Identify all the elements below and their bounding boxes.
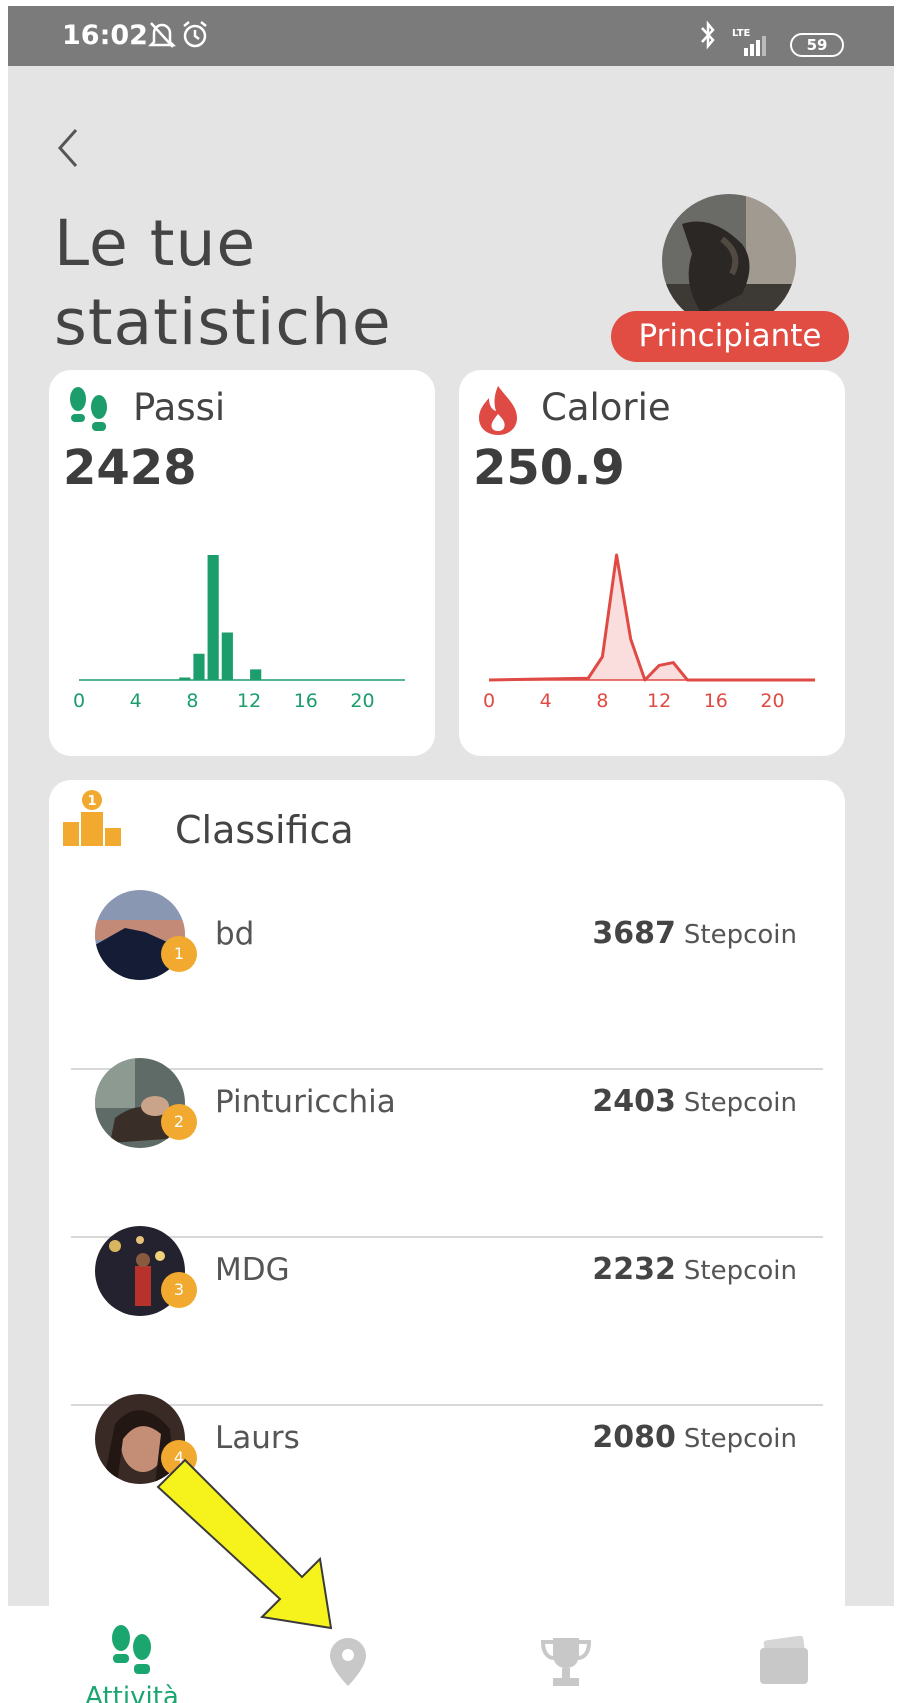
chart-tick-label: 20 xyxy=(760,690,784,712)
chart-tick-label: 12 xyxy=(237,690,261,712)
calories-card[interactable]: Calorie 250.9 0 4 8 12 16 20 xyxy=(459,370,845,756)
leaderboard-title: Classifica xyxy=(175,808,354,852)
status-bar: 16:02 LTE 59 xyxy=(8,6,894,66)
leaderboard-row[interactable]: 2 Pinturicchia 2403 Stepcoin xyxy=(75,1058,823,1226)
chart-bar xyxy=(193,653,205,680)
bluetooth-icon xyxy=(698,20,718,54)
rank-badge: 2 xyxy=(161,1104,197,1140)
trophy-icon xyxy=(539,1638,593,1692)
footsteps-icon xyxy=(109,1625,155,1682)
user-name: bd xyxy=(215,916,255,952)
leaderboard-row[interactable]: 3 MDG 2232 Stepcoin xyxy=(75,1226,823,1394)
chart-bar xyxy=(250,669,262,680)
chart-bar xyxy=(207,555,219,680)
nav-wallet[interactable] xyxy=(724,1635,844,1690)
chart-line xyxy=(488,553,815,682)
rank-badge: 1 xyxy=(161,936,197,972)
user-score: 2080 Stepcoin xyxy=(592,1420,797,1455)
leaderboard-row[interactable]: 4 Laurs 2080 Stepcoin xyxy=(75,1394,823,1562)
map-pin-icon xyxy=(328,1638,368,1692)
profile-avatar[interactable] xyxy=(662,194,796,328)
user-name: Laurs xyxy=(215,1420,300,1456)
chart-tick-label: 16 xyxy=(294,690,318,712)
user-score: 3687 Stepcoin xyxy=(592,916,797,951)
status-time: 16:02 xyxy=(62,20,148,51)
alarm-icon xyxy=(180,20,210,54)
podium-icon: 1 xyxy=(63,790,121,850)
battery-level: 59 xyxy=(790,33,844,57)
nav-challenges[interactable] xyxy=(506,1636,626,1692)
wallet-icon xyxy=(758,1635,810,1690)
chart-tick-label: 0 xyxy=(73,690,85,712)
mute-bell-icon xyxy=(147,20,177,54)
svg-text:1: 1 xyxy=(87,794,96,809)
chart-tick-label: 12 xyxy=(647,690,671,712)
back-button[interactable] xyxy=(54,126,84,174)
chart-tick-label: 4 xyxy=(130,690,142,712)
user-name: MDG xyxy=(215,1252,290,1288)
chart-tick-label: 8 xyxy=(186,690,198,712)
nav-activity[interactable]: Attività xyxy=(72,1624,192,1703)
page-title-line1: Le tue xyxy=(54,207,257,280)
chart-tick-label: 20 xyxy=(350,690,374,712)
rank-badge: 4 xyxy=(161,1440,197,1476)
calories-chart: 0 4 8 12 16 20 xyxy=(483,553,815,712)
chart-bar xyxy=(179,677,191,680)
leaderboard-row[interactable]: 1 bd 3687 Stepcoin xyxy=(75,890,823,1058)
chart-tick-label: 16 xyxy=(704,690,728,712)
leaderboard-card: 1 Classifica 1 bd 3687 Stepcoin 2 Pintur… xyxy=(49,780,845,1620)
bottom-nav: Attività xyxy=(8,1606,894,1703)
rank-badge: 3 xyxy=(161,1272,197,1308)
chart-tick-label: 4 xyxy=(540,690,552,712)
chart-tick-label: 8 xyxy=(596,690,608,712)
steps-card[interactable]: Passi 2428 0 4 8 12 16 20 xyxy=(49,370,435,756)
signal-icon xyxy=(738,34,778,60)
nav-activity-label: Attività xyxy=(85,1682,179,1703)
user-score: 2232 Stepcoin xyxy=(592,1252,797,1287)
level-badge: Principiante xyxy=(611,311,849,362)
app-screen: 16:02 LTE 59 Le tue statistiche Principi… xyxy=(8,6,894,1703)
nav-map[interactable] xyxy=(288,1636,408,1692)
chart-area xyxy=(489,555,815,680)
chart-tick-label: 0 xyxy=(483,690,495,712)
user-score: 2403 Stepcoin xyxy=(592,1084,797,1119)
steps-chart: 0 4 8 12 16 20 xyxy=(73,555,405,712)
user-name: Pinturicchia xyxy=(215,1084,396,1120)
chart-bar xyxy=(221,632,233,680)
page-title: Le tue statistiche xyxy=(54,204,392,362)
page-title-line2: statistiche xyxy=(54,286,392,359)
